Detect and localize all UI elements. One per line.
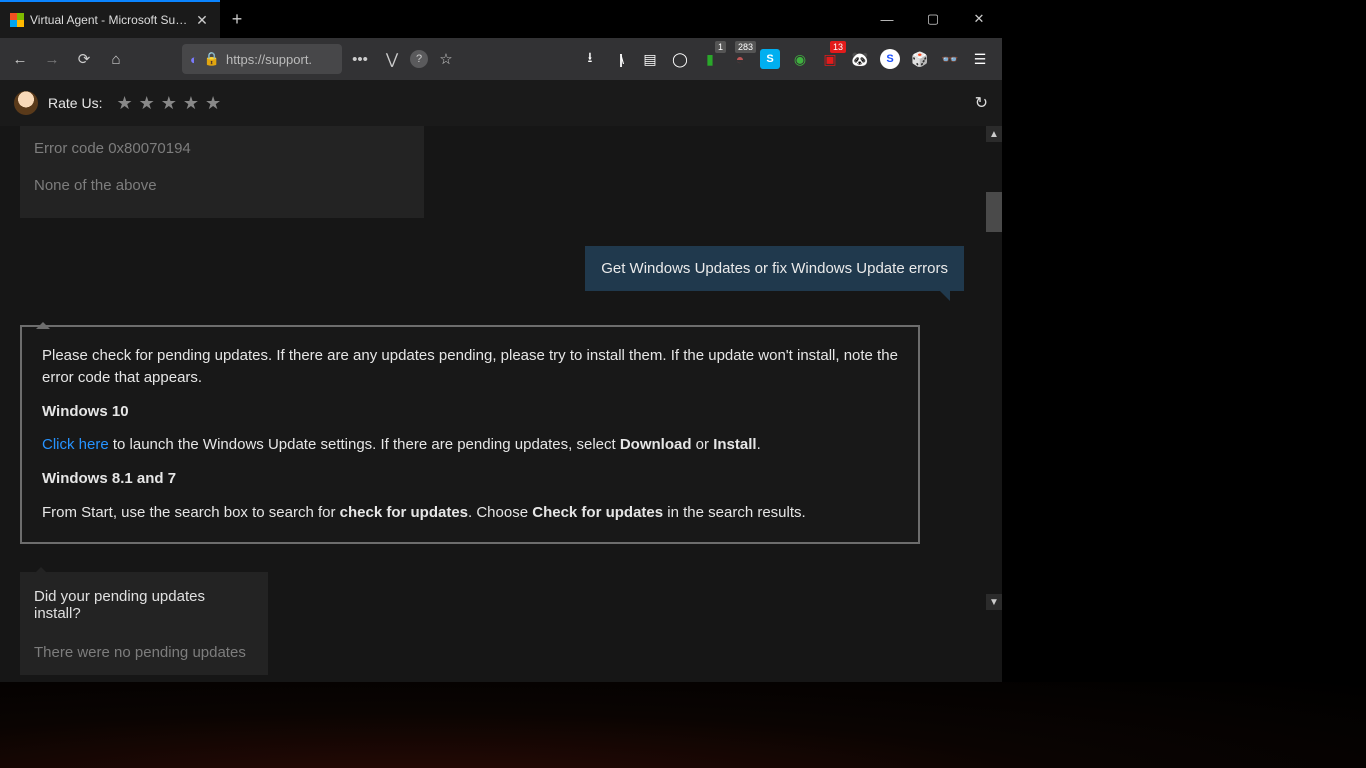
url-text: https://support. xyxy=(226,52,312,67)
reload-icon[interactable]: ⟳ xyxy=(70,45,98,73)
skype-icon[interactable]: S xyxy=(760,49,780,69)
tab-title: Virtual Agent - Microsoft Supp… xyxy=(30,13,188,27)
heading-win81-7: Windows 8.1 and 7 xyxy=(42,468,898,490)
followup-card: Did your pending updates install? There … xyxy=(20,572,268,675)
agent-avatar-icon xyxy=(14,91,38,115)
browser-window: Virtual Agent - Microsoft Supp… ✕ + — ▢ … xyxy=(0,0,1002,682)
restart-icon[interactable]: ↻ xyxy=(975,93,988,113)
scroll-down-icon[interactable]: ▼ xyxy=(986,594,1002,610)
scroll-up-icon[interactable]: ▲ xyxy=(986,126,1002,142)
ext-grey-icon[interactable]: ◓283 xyxy=(730,49,750,69)
ext-green-icon[interactable]: ▮1 xyxy=(700,49,720,69)
window-controls: — ▢ ✕ xyxy=(864,0,1002,38)
close-icon[interactable]: ✕ xyxy=(956,0,1002,38)
click-here-link[interactable]: Click here xyxy=(42,436,109,453)
more-icon[interactable]: ••• xyxy=(346,45,374,73)
titlebar: Virtual Agent - Microsoft Supp… ✕ + — ▢ … xyxy=(0,0,1002,38)
user-message: Get Windows Updates or fix Windows Updat… xyxy=(585,246,964,291)
rate-label: Rate Us: xyxy=(48,95,102,111)
minimize-icon[interactable]: — xyxy=(864,0,910,38)
navbar: ← → ⟳ ⌂ ◐ 🔒 https://support. ••• ⋁ ? ☆ ⭳… xyxy=(0,38,1002,80)
followup-question: Did your pending updates install? xyxy=(20,576,268,634)
ext-s-icon[interactable]: S xyxy=(880,49,900,69)
previous-options-card: Error code 0x80070194 None of the above xyxy=(20,126,424,218)
ext-red-icon[interactable]: ▣13 xyxy=(820,49,840,69)
option-error-code[interactable]: Error code 0x80070194 xyxy=(20,130,424,167)
desktop-background xyxy=(0,682,1366,768)
ext-panda-icon[interactable]: 🐼 xyxy=(850,49,870,69)
agent-text: Please check for pending updates. If the… xyxy=(42,345,898,389)
browser-tab[interactable]: Virtual Agent - Microsoft Supp… ✕ xyxy=(0,0,220,38)
bookmark-icon[interactable]: ☆ xyxy=(432,45,460,73)
library-icon[interactable]: ||\ xyxy=(610,49,630,69)
shield-icon: ◐ xyxy=(190,52,198,67)
maximize-icon[interactable]: ▢ xyxy=(910,0,956,38)
agent-response: Please check for pending updates. If the… xyxy=(20,325,920,544)
option-none-above[interactable]: None of the above xyxy=(20,167,424,204)
followup-option-no-pending[interactable]: There were no pending updates xyxy=(20,634,268,671)
pocket-icon[interactable]: ⋁ xyxy=(378,45,406,73)
back-icon[interactable]: ← xyxy=(6,45,34,73)
home-icon[interactable]: ⌂ xyxy=(102,45,130,73)
toolbar-extensions: ⭳ ||\ ▤ ◯ ▮1 ◓283 S ◉ ▣13 🐼 S 🎲 👓 ☰ xyxy=(580,49,990,69)
download-icon[interactable]: ⭳ xyxy=(580,49,600,69)
rating-stars[interactable]: ★★★★★ xyxy=(116,93,227,114)
menu-icon[interactable]: ☰ xyxy=(970,49,990,69)
close-tab-icon[interactable]: ✕ xyxy=(194,12,210,29)
agent-text: Click here to launch the Windows Update … xyxy=(42,434,898,456)
help-icon[interactable]: ? xyxy=(410,50,428,68)
scrollbar-thumb[interactable] xyxy=(986,192,1002,232)
new-tab-button[interactable]: + xyxy=(220,0,254,38)
chat-viewport: ▲ ▼ Error code 0x80070194 None of the ab… xyxy=(0,126,1002,682)
agent-text: From Start, use the search box to search… xyxy=(42,502,898,524)
ext-glasses-icon[interactable]: 👓 xyxy=(940,49,960,69)
address-bar[interactable]: ◐ 🔒 https://support. xyxy=(182,44,342,74)
ext-dice-icon[interactable]: 🎲 xyxy=(910,49,930,69)
ext-green2-icon[interactable]: ◉ xyxy=(790,49,810,69)
account-icon[interactable]: ◯ xyxy=(670,49,690,69)
microsoft-icon xyxy=(10,13,24,27)
forward-icon[interactable]: → xyxy=(38,45,66,73)
heading-win10: Windows 10 xyxy=(42,401,898,423)
reader-icon[interactable]: ▤ xyxy=(640,49,660,69)
lock-icon: 🔒 xyxy=(204,51,220,67)
rate-bar: Rate Us: ★★★★★ ↻ xyxy=(0,80,1002,126)
